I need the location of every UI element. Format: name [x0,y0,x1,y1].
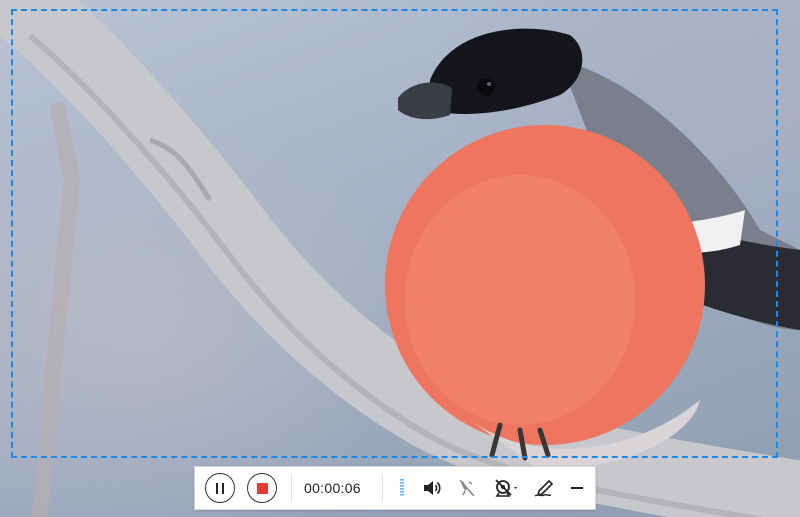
recording-timer: 00:00:06 [304,480,361,496]
bird-photo-illustration [0,0,800,517]
webcam-button[interactable] [493,473,521,503]
stop-button[interactable] [247,473,277,503]
microphone-muted-icon [459,479,475,497]
pause-button[interactable] [205,473,235,503]
stop-icon [256,482,268,494]
pause-icon [216,482,224,494]
toolbar-divider [291,474,292,502]
annotate-pen-icon [534,479,554,497]
annotate-button[interactable] [533,473,555,503]
speaker-volume-icon [424,481,441,495]
minimize-button[interactable] [569,473,585,503]
minimize-icon [571,487,583,489]
webcam-off-icon [495,479,517,497]
toolbar-divider [382,474,383,502]
speaker-button[interactable] [421,473,443,503]
microphone-button[interactable] [457,473,477,503]
background-photo [0,0,800,517]
audio-level-meter-icon [397,473,407,503]
recording-toolbar: 00:00:06 [194,466,596,510]
